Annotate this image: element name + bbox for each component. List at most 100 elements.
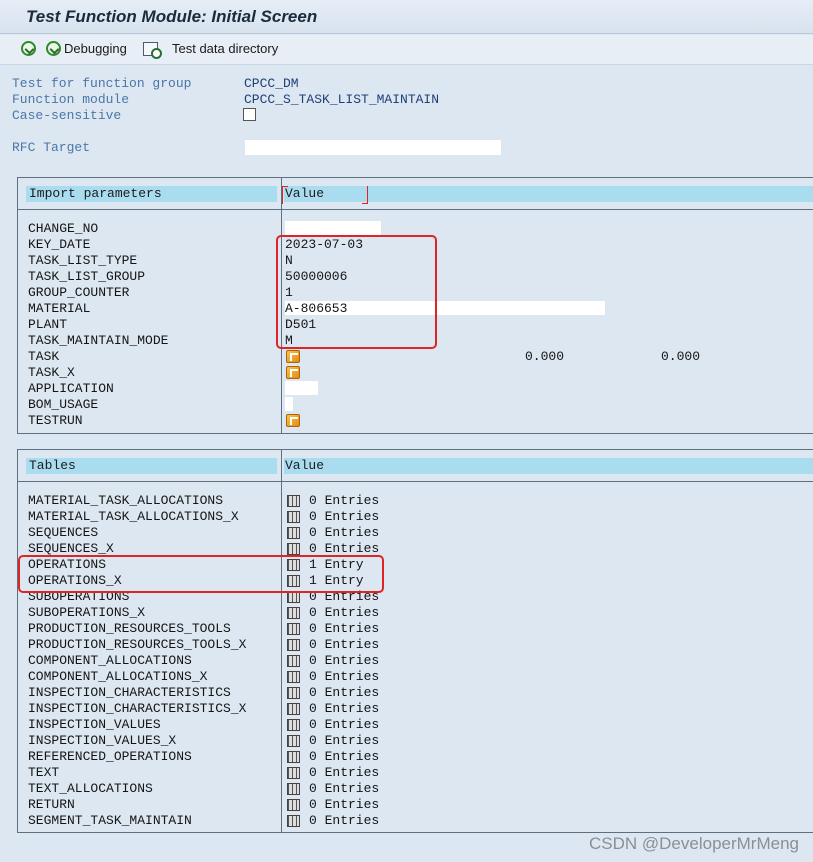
tables-header: Tables (29, 458, 76, 473)
tables-header-divider (18, 481, 813, 482)
table-name: INSPECTION_VALUES (28, 717, 161, 732)
table-name: REFERENCED_OPERATIONS (28, 749, 192, 764)
table-entries: 0 Entries (309, 701, 380, 716)
table-entries: 0 Entries (309, 813, 380, 828)
case-sensitive-label: Case-sensitive (12, 108, 122, 123)
table-entries: 0 Entries (309, 685, 380, 700)
function-module-label: Function module (12, 92, 130, 107)
table-name: PRODUCTION_RESOURCES_TOOLS_X (28, 637, 247, 652)
table-icon[interactable] (287, 527, 300, 539)
param-name: KEY_DATE (28, 237, 91, 252)
import-header-divider (18, 209, 813, 210)
param-name: TASK (28, 349, 60, 364)
table-name: INSPECTION_CHARACTERISTICS_X (28, 701, 247, 716)
rfc-target-label: RFC Target (12, 140, 91, 155)
param-name: TASK_X (28, 365, 75, 380)
table-entries: 0 Entries (309, 493, 380, 508)
execute-button[interactable] (21, 41, 36, 56)
table-entries: 0 Entries (309, 653, 380, 668)
debugging-button[interactable]: Debugging (46, 41, 127, 56)
task-num-2: 0.000 (661, 349, 701, 364)
table-icon[interactable] (287, 671, 300, 683)
debugging-label: Debugging (64, 41, 127, 56)
table-entries: 0 Entries (309, 605, 380, 620)
param-name: BOM_USAGE (28, 397, 99, 412)
bom-usage-field[interactable] (285, 397, 293, 411)
table-name: COMPONENT_ALLOCATIONS_X (28, 669, 208, 684)
window-title: Test Function Module: Initial Screen (26, 7, 318, 26)
change-no-field[interactable] (285, 221, 381, 235)
table-name: TEXT (28, 765, 60, 780)
param-name: TASK_MAINTAIN_MODE (28, 333, 169, 348)
table-icon[interactable] (287, 607, 300, 619)
table-entries: 0 Entries (309, 749, 380, 764)
import-parameters-header: Import parameters (29, 186, 162, 201)
table-icon[interactable] (287, 511, 300, 523)
param-name: GROUP_COUNTER (28, 285, 130, 300)
table-icon[interactable] (287, 815, 300, 827)
debugging-icon (46, 41, 61, 56)
function-group-label: Test for function group (12, 76, 192, 91)
testrun-structure-icon[interactable] (286, 414, 300, 427)
table-icon[interactable] (287, 687, 300, 699)
table-entries: 0 Entries (309, 781, 380, 796)
operations-highlight-box (18, 555, 384, 593)
table-name: SUBOPERATIONS_X (28, 605, 146, 620)
table-entries: 0 Entries (309, 797, 380, 812)
table-entries: 0 Entries (309, 733, 380, 748)
table-entries: 0 Entries (309, 637, 380, 652)
table-entries: 0 Entries (309, 669, 380, 684)
rfc-target-input[interactable] (245, 140, 501, 155)
table-name: TEXT_ALLOCATIONS (28, 781, 153, 796)
value-header-highlight (282, 186, 368, 206)
table-name: MATERIAL_TASK_ALLOCATIONS (28, 493, 224, 508)
table-icon[interactable] (287, 783, 300, 795)
tables-column-divider (281, 450, 282, 832)
application-toolbar: Debugging Test data directory (0, 35, 813, 65)
task-num-1: 0.000 (525, 349, 565, 364)
watermark: CSDN @DeveloperMrMeng (589, 834, 799, 853)
task-x-structure-icon[interactable] (286, 366, 300, 379)
table-icon[interactable] (287, 639, 300, 651)
function-group-value[interactable]: CPCC_DM (244, 76, 299, 92)
table-name: MATERIAL_TASK_ALLOCATIONS_X (28, 509, 239, 524)
table-icon[interactable] (287, 543, 300, 555)
table-name: INSPECTION_VALUES_X (28, 733, 177, 748)
title-bar: Test Function Module: Initial Screen (0, 0, 813, 34)
execute-icon (21, 41, 36, 56)
table-icon[interactable] (287, 623, 300, 635)
table-entries: 0 Entries (309, 509, 380, 524)
table-name: INSPECTION_CHARACTERISTICS (28, 685, 231, 700)
param-name: TASK_LIST_TYPE (28, 253, 138, 268)
application-field[interactable] (285, 381, 318, 395)
task-structure-icon[interactable] (286, 350, 300, 363)
table-entries: 0 Entries (309, 765, 380, 780)
table-icon[interactable] (287, 735, 300, 747)
table-icon[interactable] (287, 767, 300, 779)
param-name: APPLICATION (28, 381, 114, 396)
table-name: SEQUENCES (28, 525, 99, 540)
table-entries: 0 Entries (309, 525, 380, 540)
table-icon[interactable] (287, 799, 300, 811)
param-name: TESTRUN (28, 413, 83, 428)
table-name: RETURN (28, 797, 75, 812)
tables-value-header-bar (284, 458, 813, 474)
test-data-directory-icon (143, 41, 162, 59)
param-name: MATERIAL (28, 301, 91, 316)
param-name: TASK_LIST_GROUP (28, 269, 146, 284)
table-icon[interactable] (287, 719, 300, 731)
table-name: PRODUCTION_RESOURCES_TOOLS (28, 621, 231, 636)
table-icon[interactable] (287, 655, 300, 667)
table-name: SEGMENT_TASK_MAINTAIN (28, 813, 192, 828)
table-entries: 0 Entries (309, 621, 380, 636)
case-sensitive-checkbox[interactable] (243, 108, 256, 121)
tables-value-header: Value (285, 458, 325, 473)
table-icon[interactable] (287, 703, 300, 715)
table-icon[interactable] (287, 495, 300, 507)
import-values-highlight-box (276, 235, 437, 349)
table-icon[interactable] (287, 751, 300, 763)
table-entries: 0 Entries (309, 717, 380, 732)
function-module-value[interactable]: CPCC_S_TASK_LIST_MAINTAIN (244, 92, 439, 108)
test-data-directory-label: Test data directory (172, 41, 279, 56)
test-data-directory-button[interactable]: Test data directory (143, 41, 279, 59)
